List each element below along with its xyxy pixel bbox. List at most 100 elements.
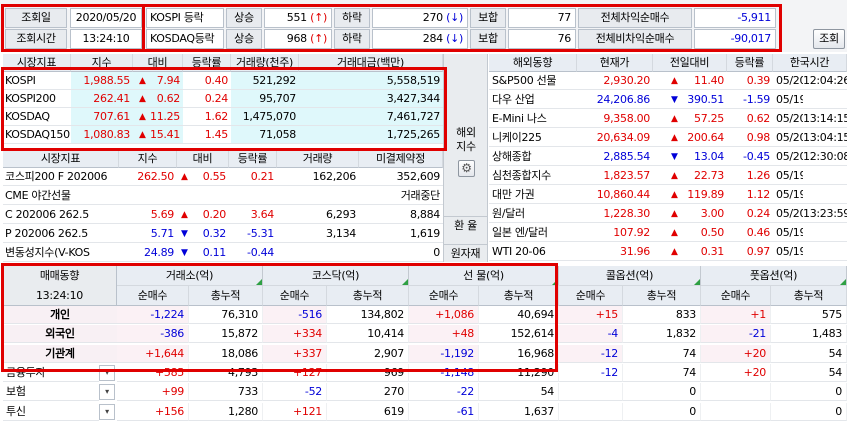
flow-investor-name: 보험	[3, 383, 99, 402]
deriv-name: 변동성지수(V-KOS	[3, 244, 119, 262]
up-triangle-icon: ▲	[139, 76, 146, 86]
index-value: 707.61	[71, 108, 133, 126]
index-header-2: 대비	[133, 54, 183, 72]
world-time: 13:14:15	[803, 110, 847, 128]
world-change: ▲ 3.00	[653, 205, 727, 223]
expand-corner-icon[interactable]	[402, 279, 408, 285]
world-name: 원/달러	[489, 205, 577, 223]
query-time-field[interactable]: 13:24:10	[70, 29, 142, 49]
flow-value: 1,637	[479, 402, 559, 421]
flow-value: 54	[479, 383, 559, 402]
expand-corner-icon[interactable]	[694, 279, 700, 285]
flow-value	[559, 383, 623, 402]
up-triangle-icon: ▲	[671, 114, 678, 124]
world-change: ▼ 13.04	[653, 148, 727, 166]
flow-value: +585	[117, 363, 189, 382]
flow-value: -52	[263, 383, 327, 402]
flows-time: 13:24:10	[3, 286, 117, 306]
flow-value: +334	[263, 325, 327, 344]
flow-value	[559, 402, 623, 421]
kospi-up-value: 551 (↑)	[264, 8, 332, 28]
flow-investor-name: 외국인	[3, 325, 117, 344]
world-header-1: 현재가	[577, 54, 653, 72]
change-value: 0.32	[202, 227, 227, 240]
flow-value: 1,832	[623, 325, 701, 344]
down-triangle-icon: ▼	[671, 152, 678, 162]
deriv-index: 5.71	[119, 225, 177, 243]
expand-corner-icon[interactable]	[256, 279, 262, 285]
net-buy-arb-label: 전체차익순매수	[578, 8, 692, 28]
up-triangle-icon: ▲	[671, 209, 678, 219]
up-arrow-icon: (↑)	[310, 11, 327, 24]
index-volume: 95,707	[231, 90, 299, 108]
world-date: 05/19	[773, 186, 803, 204]
chevron-down-icon[interactable]: ▾	[99, 403, 115, 420]
index-change: ▲ 7.94	[133, 72, 183, 90]
deriv-rate: 3.64	[229, 206, 277, 224]
flow-value: 54	[771, 363, 847, 382]
chevron-down-icon[interactable]: ▾	[99, 364, 115, 381]
change-value: 200.64	[687, 131, 724, 144]
expand-corner-icon[interactable]	[840, 279, 846, 285]
index-header-1: 지수	[71, 54, 133, 72]
gear-icon[interactable]: ⚙	[458, 160, 475, 177]
flow-value: -1,148	[409, 363, 479, 382]
query-date-field[interactable]: 2020/05/20	[70, 8, 142, 28]
query-date-label: 조회일	[5, 8, 67, 28]
query-button[interactable]: 조회	[813, 29, 845, 49]
up-arrow-icon: (↑)	[310, 32, 327, 45]
flow-value: +48	[409, 325, 479, 344]
net-buy-nonarb-label: 전체비차익순매수	[578, 29, 692, 49]
world-change: ▲ 0.50	[653, 224, 727, 242]
world-rate: 0.62	[727, 110, 773, 128]
kospi-flat-label: 보합	[470, 8, 506, 28]
flow-value: 11,290	[479, 363, 559, 382]
world-change: ▲ 22.73	[653, 167, 727, 185]
flow-value: 54	[771, 344, 847, 363]
expand-corner-icon[interactable]	[552, 279, 558, 285]
flow-value: 1,280	[189, 402, 263, 421]
commodity-button[interactable]: 원자재	[443, 244, 488, 262]
world-price: 10,860.44	[577, 186, 653, 204]
world-header-4: 한국시간	[773, 54, 847, 72]
world-rate: 0.97	[727, 243, 773, 261]
overseas-index-label: 해외 지수	[456, 126, 476, 153]
deriv-open-interest: 8,884	[359, 206, 443, 224]
deriv-open-interest: 1,619	[359, 225, 443, 243]
change-value: 0.11	[202, 246, 227, 259]
kospi-down-count: 270	[422, 11, 443, 24]
change-value: 11.25	[150, 110, 180, 123]
deriv-rate: -5.31	[229, 225, 277, 243]
up-triangle-icon: ▲	[139, 130, 146, 140]
flow-value: -12	[559, 363, 623, 382]
chevron-down-icon[interactable]: ▾	[99, 384, 115, 401]
flow-value: -1,192	[409, 344, 479, 363]
fx-button[interactable]: 환 율	[443, 216, 488, 234]
flow-value: 76,310	[189, 306, 263, 324]
flow-investor-name: 투신	[3, 403, 99, 421]
world-time: 12:30:08	[803, 148, 847, 166]
deriv-change: ▼ 0.32	[177, 225, 229, 243]
up-triangle-icon: ▲	[671, 76, 678, 86]
flow-value: 16,968	[479, 344, 559, 363]
kospi-down-label: 하락	[334, 8, 370, 28]
flow-value: -4	[559, 325, 623, 344]
world-rate: 1.26	[727, 167, 773, 185]
flow-value	[701, 402, 771, 421]
deriv-header-0: 시장지표	[3, 150, 119, 168]
index-amount: 7,461,727	[299, 108, 443, 126]
kosdaq-down-count: 284	[422, 32, 443, 45]
flow-value: -21	[701, 325, 771, 344]
deriv-header-3: 등락률	[229, 150, 277, 168]
flow-value: +337	[263, 344, 327, 363]
flow-subheader-9: 총누적	[771, 286, 847, 306]
world-header-3: 등락률	[727, 54, 773, 72]
flow-subheader-7: 총누적	[623, 286, 701, 306]
flow-subheader-1: 총누적	[189, 286, 263, 306]
flow-value: +20	[701, 344, 771, 363]
world-header-2: 전일대비	[653, 54, 727, 72]
deriv-volume: 6,293	[277, 206, 359, 224]
world-change: ▲ 200.64	[653, 129, 727, 147]
world-date: 05/19	[773, 224, 803, 242]
deriv-open-interest: 352,609	[359, 168, 443, 186]
